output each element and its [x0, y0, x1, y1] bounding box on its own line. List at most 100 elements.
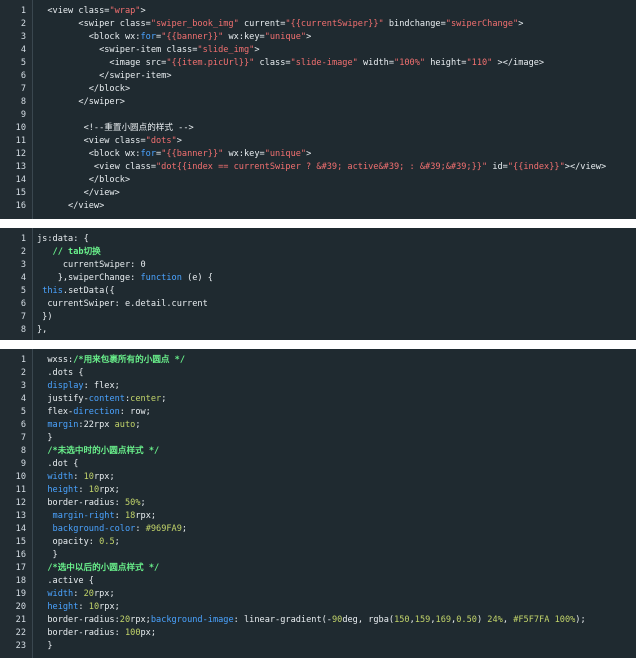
code-line: 5 this.setData({: [0, 285, 636, 298]
code-token: ;: [135, 420, 141, 430]
code-token: ></view>: [564, 162, 607, 172]
line-number: 5: [20, 407, 26, 417]
code-token: <view class=: [37, 162, 156, 172]
code-text: .dot {: [37, 458, 78, 471]
code-line: 3 <block wx:for="{{banner}}" wx:key="uni…: [0, 31, 636, 44]
code-token: :: [78, 602, 89, 612]
code-token: deg, rgba(: [342, 615, 395, 625]
code-token: .active {: [37, 576, 94, 586]
code-token: "slide_img": [197, 45, 255, 55]
code-token: }: [37, 641, 53, 651]
code-token: /*选中以后的小圆点样式 */: [47, 563, 160, 573]
code-token: :: [135, 524, 146, 534]
code-text: <view class="dots">: [37, 135, 182, 148]
code-line: 12 border-radius: 50%;: [0, 497, 636, 510]
code-token: >: [306, 32, 312, 42]
wxml-code-block: 1 <view class="wrap"> 2 <swiper class="sw…: [0, 0, 636, 219]
code-token: height: [47, 485, 79, 495]
code-token: 169: [435, 615, 452, 625]
code-token: }: [37, 433, 53, 443]
code-token: background-image: [150, 615, 234, 625]
code-token: : row;: [119, 407, 151, 417]
code-text: js:data: {: [37, 233, 89, 246]
code-token: :: [73, 589, 84, 599]
code-text: }: [37, 640, 53, 653]
code-token: "dot{{index == currentSwiper ? &#39; act…: [156, 162, 488, 172]
code-token: // tab切换: [37, 247, 101, 257]
code-text: this.setData({: [37, 285, 114, 298]
line-number: 16: [15, 550, 26, 560]
code-token: rpx;: [130, 615, 151, 625]
line-number: 16: [15, 201, 26, 211]
code-token: direction: [73, 407, 120, 417]
code-token: height=: [425, 58, 467, 68]
code-token: "slide-image": [290, 58, 358, 68]
code-token: 20: [83, 589, 94, 599]
code-token: wxss:: [37, 355, 74, 365]
line-number: 6: [20, 71, 26, 81]
code-text: border-radius:20rpx;background-image: li…: [37, 614, 586, 627]
line-number: 3: [20, 32, 26, 42]
code-line: 1 <view class="wrap">: [0, 5, 636, 18]
code-token: <view class=: [37, 6, 110, 16]
code-text: justify-content:center;: [37, 393, 166, 406]
line-number: 2: [20, 368, 26, 378]
code-token: wx:key=: [223, 32, 265, 42]
code-line: 10 width: 10rpx;: [0, 471, 636, 484]
code-token: margin: [47, 420, 79, 430]
code-token: rpx;: [93, 589, 115, 599]
code-token: "unique": [264, 149, 307, 159]
code-line: 7 </block>: [0, 83, 636, 96]
code-token: /*未选中时的小圆点样式 */: [47, 446, 160, 456]
code-token: ;: [161, 394, 167, 404]
line-number: 13: [15, 162, 26, 172]
code-token: #F5F7FA: [513, 615, 550, 625]
code-line: 14 </block>: [0, 174, 636, 187]
code-line: 23 }: [0, 640, 636, 653]
code-token: for: [140, 32, 157, 42]
code-token: function: [140, 273, 182, 283]
code-line: 12 <block wx:for="{{banner}}" wx:key="un…: [0, 148, 636, 161]
code-text: border-radius: 100px;: [37, 627, 156, 640]
code-token: for: [140, 149, 157, 159]
code-token: auto: [114, 420, 136, 430]
code-token: rpx;: [135, 511, 157, 521]
code-line: 10 <!--重置小圆点的样式 -->: [0, 122, 636, 135]
code-token: rpx;: [99, 602, 120, 612]
line-number: 7: [20, 312, 26, 322]
code-text: </view>: [37, 187, 120, 200]
code-line: 4 },swiperChange: function (e) {: [0, 272, 636, 285]
line-number: 5: [20, 58, 26, 68]
code-token: </swiper-item>: [37, 71, 172, 81]
code-token: #969FA9: [145, 524, 182, 534]
code-token: );: [575, 615, 586, 625]
code-line: 9: [0, 109, 636, 122]
code-token: width: [47, 589, 74, 599]
code-line: 9 .dot {: [0, 458, 636, 471]
code-text: wxss:/*用来包裹所有的小圆点 */: [37, 354, 185, 367]
code-text: .active {: [37, 575, 94, 588]
code-line: 8},: [0, 324, 636, 337]
code-token: (e) {: [181, 273, 213, 283]
code-line: 20 height: 10rpx;: [0, 601, 636, 614]
code-text: /*选中以后的小圆点样式 */: [37, 562, 159, 575]
line-number: 6: [20, 299, 26, 309]
code-token: <view class=: [37, 136, 146, 146]
code-token: 100: [124, 628, 141, 638]
code-line: 4 <swiper-item class="slide_img">: [0, 44, 636, 57]
code-text: },: [37, 324, 47, 337]
line-number: 19: [15, 589, 26, 599]
code-token: >: [518, 19, 524, 29]
line-number: 4: [20, 394, 26, 404]
code-token: "{{index}}": [507, 162, 565, 172]
code-token: "dots": [145, 136, 177, 146]
code-token: "wrap": [109, 6, 141, 16]
code-token: ;: [114, 537, 120, 547]
code-token: currentSwiper: e.detail.current: [37, 299, 208, 309]
code-token: 20: [119, 615, 131, 625]
code-token: ;: [140, 498, 146, 508]
